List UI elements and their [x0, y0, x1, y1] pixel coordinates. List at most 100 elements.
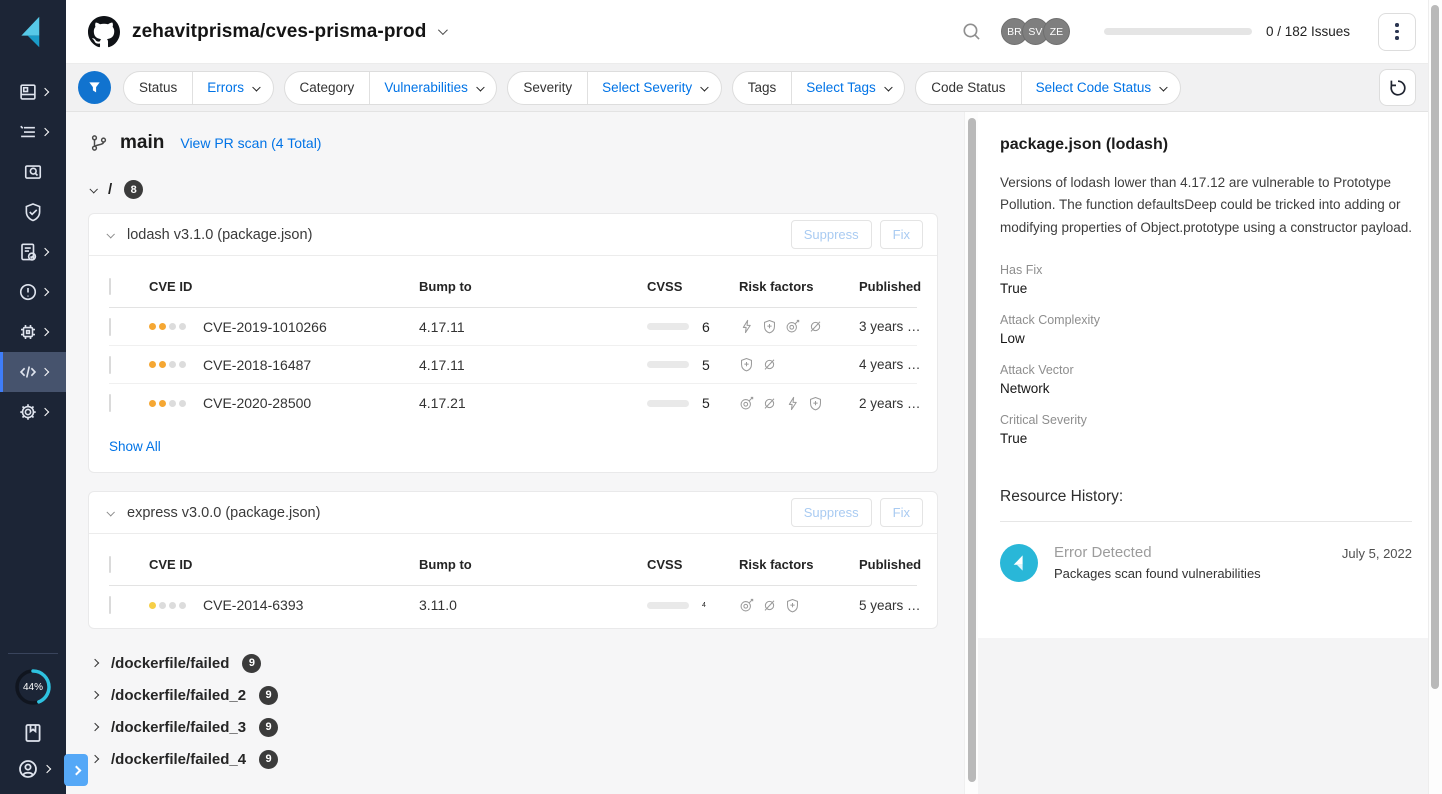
vulnerability-description: Versions of lodash lower than 4.17.12 ar… — [1000, 172, 1412, 239]
cve-table-row[interactable]: CVE-2014-6393 3.11.0 4 5 years … — [109, 586, 917, 624]
lightning-icon — [785, 396, 800, 411]
chevron-right-icon — [91, 723, 99, 731]
results-scrollbar-thumb[interactable] — [968, 118, 976, 782]
cvss-score: 4 — [702, 602, 706, 609]
filter-pills: Status Errors Category Vulnerabilities S… — [123, 71, 1191, 105]
severity-dot — [179, 400, 186, 407]
eye-slash-icon — [808, 319, 823, 334]
filter-pill-label: Severity — [508, 80, 587, 95]
gear-icon — [18, 402, 38, 422]
cve-table-row[interactable]: CVE-2018-16487 4.17.11 5 4 years … — [109, 346, 917, 384]
cve-table-row[interactable]: CVE-2019-1010266 4.17.11 6 3 years … — [109, 308, 917, 346]
brand-logo[interactable] — [0, 0, 66, 64]
bump-to-version: 4.17.11 — [419, 357, 619, 373]
collapse-chevron-icon[interactable] — [106, 230, 114, 238]
history-divider — [1000, 521, 1412, 522]
branch-name: main — [120, 132, 164, 154]
root-folder-path: / — [108, 181, 112, 198]
history-entry: Error Detected Packages scan found vulne… — [1000, 544, 1412, 582]
filter-pill-dropdown[interactable]: Errors — [193, 80, 272, 95]
show-all-link[interactable]: Show All — [109, 439, 161, 454]
cve-table: CVE ID Bump to CVSS Risk factors Publish… — [89, 534, 937, 628]
sidebar-item-policies[interactable] — [0, 112, 66, 152]
suppress-button[interactable]: Suppress — [791, 498, 872, 527]
cve-id: CVE-2020-28500 — [203, 395, 311, 411]
folder-row[interactable]: /dockerfile/failed_4 9 — [88, 743, 964, 775]
cvss-bar — [647, 602, 689, 609]
sidebar-item-settings[interactable] — [0, 392, 66, 432]
col-header-risk-factors: Risk factors — [739, 279, 859, 294]
reset-filters-button[interactable] — [1379, 69, 1416, 106]
detail-pane-empty-area — [978, 638, 1442, 794]
folder-count-badge: 9 — [259, 686, 278, 705]
search-icon[interactable] — [961, 21, 983, 43]
row-checkbox[interactable] — [109, 394, 111, 412]
usage-ring: 44% — [12, 666, 54, 708]
package-cards: lodash v3.1.0 (package.json) Suppress Fi… — [88, 213, 964, 629]
filter-pill: Severity Select Severity — [507, 71, 721, 105]
sidebar: 44% — [0, 0, 66, 794]
overflow-menu-button[interactable] — [1378, 13, 1416, 51]
sidebar-expand-button[interactable] — [64, 754, 88, 786]
fix-button[interactable]: Fix — [880, 220, 923, 249]
shield-plus-icon — [808, 396, 823, 411]
sidebar-item-docs[interactable] — [22, 722, 44, 744]
repo-selector[interactable]: zehavitprisma/cves-prisma-prod — [88, 16, 445, 48]
history-event-title: Error Detected — [1054, 544, 1261, 561]
filter-pill-dropdown[interactable]: Select Code Status — [1022, 80, 1180, 95]
published-age: 2 years … — [859, 396, 921, 411]
sidebar-item-dashboard[interactable] — [0, 72, 66, 112]
window-scrollbar-thumb[interactable] — [1431, 5, 1439, 689]
history-event-subtitle: Packages scan found vulnerabilities — [1054, 566, 1261, 581]
fix-button[interactable]: Fix — [880, 498, 923, 527]
col-header-bump-to: Bump to — [419, 279, 619, 294]
filter-pill-dropdown[interactable]: Vulnerabilities — [370, 80, 496, 95]
folder-row[interactable]: /dockerfile/failed_2 9 — [88, 679, 964, 711]
view-pr-scan-link[interactable]: View PR scan (4 Total) — [180, 135, 321, 151]
chevron-right-icon — [41, 328, 49, 336]
filter-pill: Tags Select Tags — [732, 71, 906, 105]
code-icon — [18, 362, 38, 382]
suppress-button[interactable]: Suppress — [791, 220, 872, 249]
collapse-chevron-icon[interactable] — [106, 508, 114, 516]
avatar[interactable]: ZE — [1043, 18, 1070, 45]
root-folder-toggle[interactable]: / 8 — [90, 180, 964, 199]
row-checkbox[interactable] — [109, 318, 111, 336]
risk-factor-icons — [739, 598, 859, 613]
cve-table-row[interactable]: CVE-2020-28500 4.17.21 5 2 years … — [109, 384, 917, 422]
sidebar-item-account[interactable] — [17, 758, 50, 780]
detail-title: package.json (lodash) — [1000, 136, 1412, 154]
select-all-checkbox[interactable] — [109, 278, 111, 295]
filter-pill-dropdown[interactable]: Select Tags — [792, 80, 904, 95]
sidebar-item-compliance[interactable] — [0, 192, 66, 232]
filter-pill-dropdown[interactable]: Select Severity — [588, 80, 721, 95]
scan-results-pane: main View PR scan (4 Total) / 8 lodash v… — [66, 112, 964, 794]
eye-slash-icon — [762, 357, 777, 372]
image-search-icon — [23, 162, 43, 182]
cvss-cell: 6 — [619, 319, 739, 335]
issues-progress: 0 / 182 Issues — [1104, 24, 1350, 39]
sidebar-item-code-active[interactable] — [0, 352, 66, 392]
bookmark-book-icon — [22, 722, 44, 744]
detail-field-label: Attack Vector — [1000, 363, 1412, 377]
chevron-right-icon — [41, 128, 49, 136]
folder-path: /dockerfile/failed_2 — [111, 687, 246, 704]
sidebar-item-incidents[interactable] — [0, 272, 66, 312]
folder-row[interactable]: /dockerfile/failed_3 9 — [88, 711, 964, 743]
sidebar-item-image-scan[interactable] — [0, 152, 66, 192]
folder-row[interactable]: /dockerfile/failed 9 — [88, 647, 964, 679]
chevron-right-icon — [71, 765, 81, 775]
alert-circle-icon — [18, 282, 38, 302]
severity-dot — [169, 602, 176, 609]
folder-path: /dockerfile/failed_4 — [111, 751, 246, 768]
cve-id: CVE-2014-6393 — [203, 597, 303, 613]
row-checkbox[interactable] — [109, 356, 111, 374]
filter-button[interactable] — [78, 71, 111, 104]
select-all-checkbox[interactable] — [109, 556, 111, 573]
sidebar-item-supply-chain[interactable] — [0, 312, 66, 352]
folder-count-badge: 9 — [242, 654, 261, 673]
sidebar-item-checklist[interactable] — [0, 232, 66, 272]
row-checkbox[interactable] — [109, 596, 111, 614]
severity-dot — [149, 602, 156, 609]
sidebar-nav — [0, 72, 66, 432]
